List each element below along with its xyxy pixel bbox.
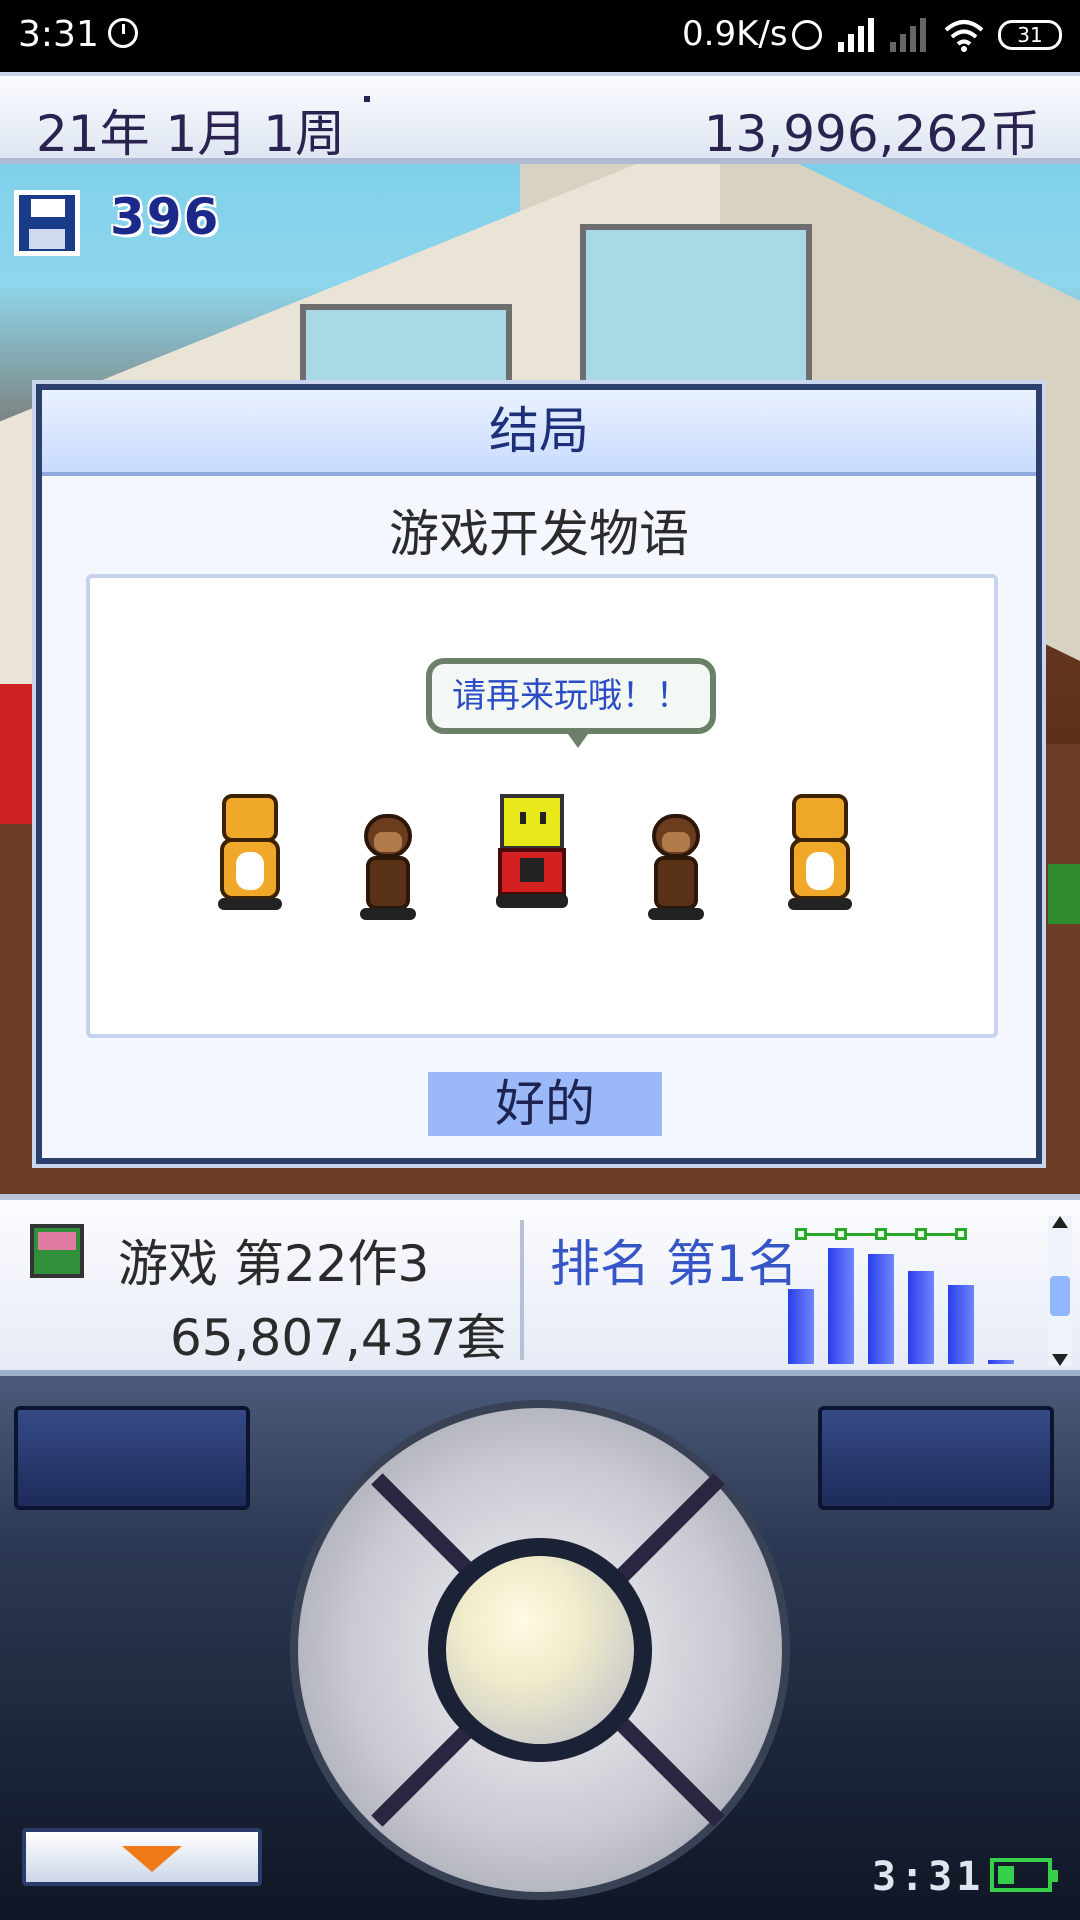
game-sales: 65,807,437套 bbox=[170, 1309, 507, 1367]
date-marker bbox=[364, 96, 370, 102]
office-window bbox=[580, 224, 812, 386]
device-clock: 3:31 bbox=[872, 1854, 985, 1900]
confirm-button[interactable] bbox=[446, 1556, 634, 1744]
save-disk-icon[interactable] bbox=[14, 190, 80, 256]
sales-bar bbox=[908, 1271, 934, 1364]
alarm-icon bbox=[792, 20, 822, 50]
dialog-title: 结局 bbox=[42, 390, 1036, 476]
bear-mascot bbox=[214, 794, 286, 914]
trend-line bbox=[887, 1233, 915, 1236]
kairobot-mascot bbox=[492, 784, 572, 914]
sales-bar bbox=[868, 1253, 894, 1364]
battery-icon: 31 bbox=[998, 20, 1062, 50]
dpad[interactable] bbox=[290, 1400, 790, 1900]
trend-point bbox=[795, 1228, 807, 1240]
rank-label: 排名 第1名 bbox=[550, 1235, 798, 1293]
status-time: 3:31 bbox=[18, 14, 99, 55]
left-softkey[interactable] bbox=[14, 1406, 250, 1510]
game-info-panel[interactable]: 游戏 第22作3 65,807,437套 排名 第1名 bbox=[0, 1194, 1080, 1376]
controller-panel: 3:31 bbox=[0, 1376, 1080, 1920]
monkey-mascot bbox=[640, 804, 712, 924]
timer-icon bbox=[108, 18, 138, 48]
dialog-characters-panel: 请再来玩哦！！ bbox=[86, 574, 998, 1038]
save-counter: 396 bbox=[110, 188, 221, 246]
sales-bar bbox=[988, 1360, 1014, 1364]
network-speed: 0.9K/s bbox=[682, 14, 788, 54]
trend-point bbox=[915, 1228, 927, 1240]
sales-bar bbox=[948, 1285, 974, 1364]
game-date: 21年 1月 1周 bbox=[36, 105, 346, 163]
trend-line bbox=[927, 1233, 955, 1236]
trend-point bbox=[835, 1228, 847, 1240]
scroll-thumb[interactable] bbox=[1050, 1276, 1070, 1316]
status-bar: 3:31 0.9K/s 31 bbox=[0, 0, 1080, 72]
bear-mascot bbox=[784, 794, 856, 914]
info-scrollbar[interactable] bbox=[1048, 1216, 1072, 1366]
sales-bar bbox=[788, 1288, 814, 1364]
arrow-down-icon bbox=[122, 1846, 182, 1872]
top-info-bar: 21年 1月 1周 13,996,262币 bbox=[0, 72, 1080, 164]
speech-bubble: 请再来玩哦！！ bbox=[426, 658, 716, 748]
sales-chart bbox=[788, 1220, 1028, 1370]
right-softkey[interactable] bbox=[818, 1406, 1054, 1510]
ok-button[interactable]: 好的 bbox=[428, 1072, 662, 1136]
wifi-icon bbox=[944, 20, 984, 52]
signal-secondary-icon bbox=[890, 18, 932, 52]
plant-decoration bbox=[1048, 864, 1080, 924]
signal-icon bbox=[838, 18, 880, 52]
money-display: 13,996,262币 bbox=[703, 105, 1040, 163]
trend-point bbox=[875, 1228, 887, 1240]
scroll-up-icon[interactable] bbox=[1052, 1216, 1068, 1228]
monkey-mascot bbox=[352, 804, 424, 924]
scroll-down-icon[interactable] bbox=[1052, 1354, 1068, 1366]
ending-dialog: 结局 游戏开发物语 请再来玩哦！！ 好的 bbox=[36, 384, 1042, 1164]
menu-toggle-button[interactable] bbox=[22, 1828, 262, 1886]
trend-line bbox=[807, 1233, 835, 1236]
dialog-subtitle: 游戏开发物语 bbox=[389, 505, 689, 563]
trend-line bbox=[847, 1233, 875, 1236]
battery-level-icon bbox=[990, 1858, 1058, 1892]
vending-machine bbox=[0, 684, 38, 824]
game-title: 游戏 第22作3 bbox=[118, 1235, 430, 1293]
game-cover-icon bbox=[30, 1224, 84, 1278]
panel-divider bbox=[520, 1220, 524, 1360]
sales-bar bbox=[828, 1248, 854, 1364]
trend-point bbox=[955, 1228, 967, 1240]
